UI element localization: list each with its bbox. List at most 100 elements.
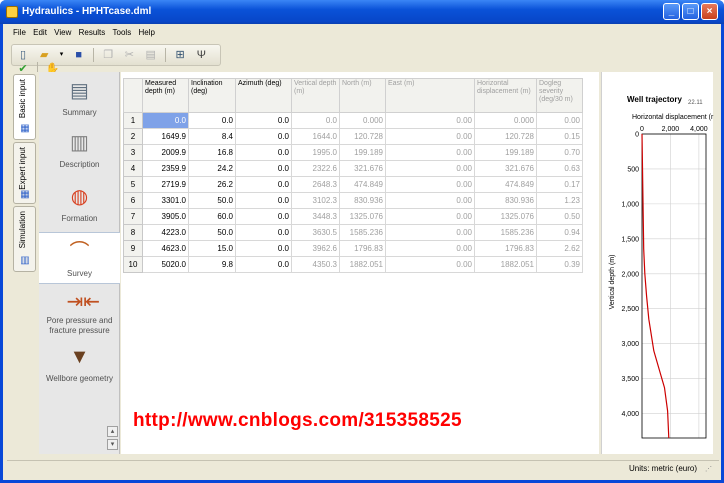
open-folder-icon[interactable]: ▰: [37, 48, 51, 62]
table-cell[interactable]: 0.0: [188, 112, 236, 129]
vertical-tab-strip: Basic input ▦ Expert input ▦ Simulation …: [11, 72, 38, 452]
column-header-horizontal-displacement[interactable]: Horizontal displacement (m): [474, 78, 537, 113]
row-number-cell[interactable]: 9: [123, 240, 143, 257]
tab-basic-input[interactable]: Basic input ▦: [13, 74, 36, 140]
sidebar-item-formation[interactable]: ◍ Formation: [39, 184, 120, 223]
row-number-cell[interactable]: 6: [123, 192, 143, 209]
table-cell[interactable]: 2359.9: [142, 160, 189, 177]
table-cell[interactable]: 3301.0: [142, 192, 189, 209]
tab-simulation[interactable]: Simulation ▥: [13, 206, 36, 272]
well-icon[interactable]: Ψ: [194, 48, 208, 62]
table-cell[interactable]: 3905.0: [142, 208, 189, 225]
menu-bar: File Edit View Results Tools Help: [3, 24, 721, 41]
chart-x-axis-label: Horizontal displacement (r: [632, 114, 714, 121]
row-number-cell[interactable]: 5: [123, 176, 143, 193]
table-cell[interactable]: 0.0: [235, 144, 292, 161]
table-cell[interactable]: 0.0: [235, 224, 292, 241]
row-number-cell[interactable]: 7: [123, 208, 143, 225]
table-cell[interactable]: 24.2: [188, 160, 236, 177]
column-header-north[interactable]: North (m): [339, 78, 386, 113]
menu-file[interactable]: File: [13, 24, 26, 41]
table-cell: 0.00: [385, 144, 475, 161]
table-cell[interactable]: 0.0: [235, 176, 292, 193]
cut-icon[interactable]: ✂: [122, 48, 136, 62]
table-cell[interactable]: 0.0: [235, 208, 292, 225]
minimize-button[interactable]: _: [663, 3, 680, 20]
settings-tree-icon[interactable]: ⊞: [173, 48, 187, 62]
y-tick-label: 4,000: [621, 411, 639, 418]
table-cell: 0.94: [536, 224, 583, 241]
menu-results[interactable]: Results: [79, 24, 106, 41]
simulation-icon: ▥: [20, 255, 30, 266]
row-number-cell[interactable]: 4: [123, 160, 143, 177]
table-cell: 0.00: [385, 176, 475, 193]
table-cell[interactable]: 16.8: [188, 144, 236, 161]
column-header-dogleg-severity[interactable]: Dogleg severity (deg/30 m): [536, 78, 583, 113]
sidebar-scroll-up-button[interactable]: ▴: [107, 426, 118, 437]
table-cell[interactable]: 1649.9: [142, 128, 189, 145]
table-cell[interactable]: 0.0: [142, 112, 189, 129]
sidebar-item-description[interactable]: ▥ Description: [39, 130, 120, 169]
menu-help[interactable]: Help: [138, 24, 154, 41]
table-header-row: Measured depth (m) Inclination (deg) Azi…: [123, 78, 583, 113]
table-cell: 120.728: [339, 128, 386, 145]
table-cell: 830.936: [474, 192, 537, 209]
table-cell[interactable]: 50.0: [188, 224, 236, 241]
title-bar[interactable]: Hydraulics - HPHTcase.dml _ □ ×: [0, 0, 724, 24]
copy-icon[interactable]: ❐: [101, 48, 115, 62]
sidebar-item-survey[interactable]: ⌒ Survey: [39, 232, 120, 284]
sidebar-item-summary[interactable]: ▤ Summary: [39, 78, 120, 117]
table-cell[interactable]: 15.0: [188, 240, 236, 257]
maximize-button[interactable]: □: [682, 3, 699, 20]
menu-view[interactable]: View: [54, 24, 71, 41]
table-cell[interactable]: 4623.0: [142, 240, 189, 257]
table-cell[interactable]: 0.0: [235, 112, 292, 129]
table-cell[interactable]: 2009.9: [142, 144, 189, 161]
row-number-cell[interactable]: 1: [123, 112, 143, 129]
close-button[interactable]: ×: [701, 3, 718, 20]
column-header-east[interactable]: East (m): [385, 78, 475, 113]
table-cell: 1325.076: [474, 208, 537, 225]
table-cell[interactable]: 0.0: [235, 160, 292, 177]
row-number-cell[interactable]: 2: [123, 128, 143, 145]
tab-expert-input[interactable]: Expert input ▦: [13, 142, 36, 204]
table-cell[interactable]: 0.0: [235, 240, 292, 257]
table-cell[interactable]: 9.8: [188, 256, 236, 273]
resize-grip-icon[interactable]: ⋰: [705, 465, 715, 474]
menu-edit[interactable]: Edit: [33, 24, 47, 41]
menu-tools[interactable]: Tools: [113, 24, 132, 41]
paste-icon[interactable]: ▤: [144, 48, 158, 62]
save-icon[interactable]: ■: [72, 48, 86, 62]
table-cell[interactable]: 60.0: [188, 208, 236, 225]
table-cell: 0.000: [474, 112, 537, 129]
row-number-cell[interactable]: 8: [123, 224, 143, 241]
dropdown-arrow-icon[interactable]: ▾: [58, 48, 64, 62]
sidebar-item-pore-pressure[interactable]: ⇥⇤ Pore pressure and fracture pressure: [39, 292, 120, 336]
table-cell[interactable]: 50.0: [188, 192, 236, 209]
column-header-inclination[interactable]: Inclination (deg): [188, 78, 236, 113]
table-cell[interactable]: 0.0: [235, 256, 292, 273]
well-trajectory-panel: Well trajectory 22.11 Horizontal displac…: [601, 72, 714, 454]
table-cell[interactable]: 5020.0: [142, 256, 189, 273]
sidebar-item-label: Wellbore geometry: [46, 374, 113, 383]
row-number-cell[interactable]: 10: [123, 256, 143, 273]
column-header-azimuth[interactable]: Azimuth (deg): [235, 78, 292, 113]
y-tick-label: 3,500: [621, 376, 639, 383]
table-cell[interactable]: 4223.0: [142, 224, 189, 241]
row-number-cell[interactable]: 3: [123, 144, 143, 161]
new-file-icon[interactable]: ▯: [16, 48, 30, 62]
table-cell[interactable]: 0.0: [235, 128, 292, 145]
column-header-vertical-depth[interactable]: Vertical depth (m): [291, 78, 340, 113]
summary-chart-icon: ▤: [70, 80, 89, 102]
sidebar-item-wellbore-geometry[interactable]: ▼ Wellbore geometry: [39, 344, 120, 383]
table-cell[interactable]: 26.2: [188, 176, 236, 193]
tab-basic-input-label: Basic input: [18, 79, 27, 119]
column-header-measured-depth[interactable]: Measured depth (m): [142, 78, 189, 113]
x-tick-label: 0: [640, 126, 644, 133]
table-cell[interactable]: 0.0: [235, 192, 292, 209]
sidebar-scroll-down-button[interactable]: ▾: [107, 439, 118, 450]
table-cell: 0.63: [536, 160, 583, 177]
table-cell[interactable]: 2719.9: [142, 176, 189, 193]
table-cell: 0.00: [385, 192, 475, 209]
table-cell[interactable]: 8.4: [188, 128, 236, 145]
